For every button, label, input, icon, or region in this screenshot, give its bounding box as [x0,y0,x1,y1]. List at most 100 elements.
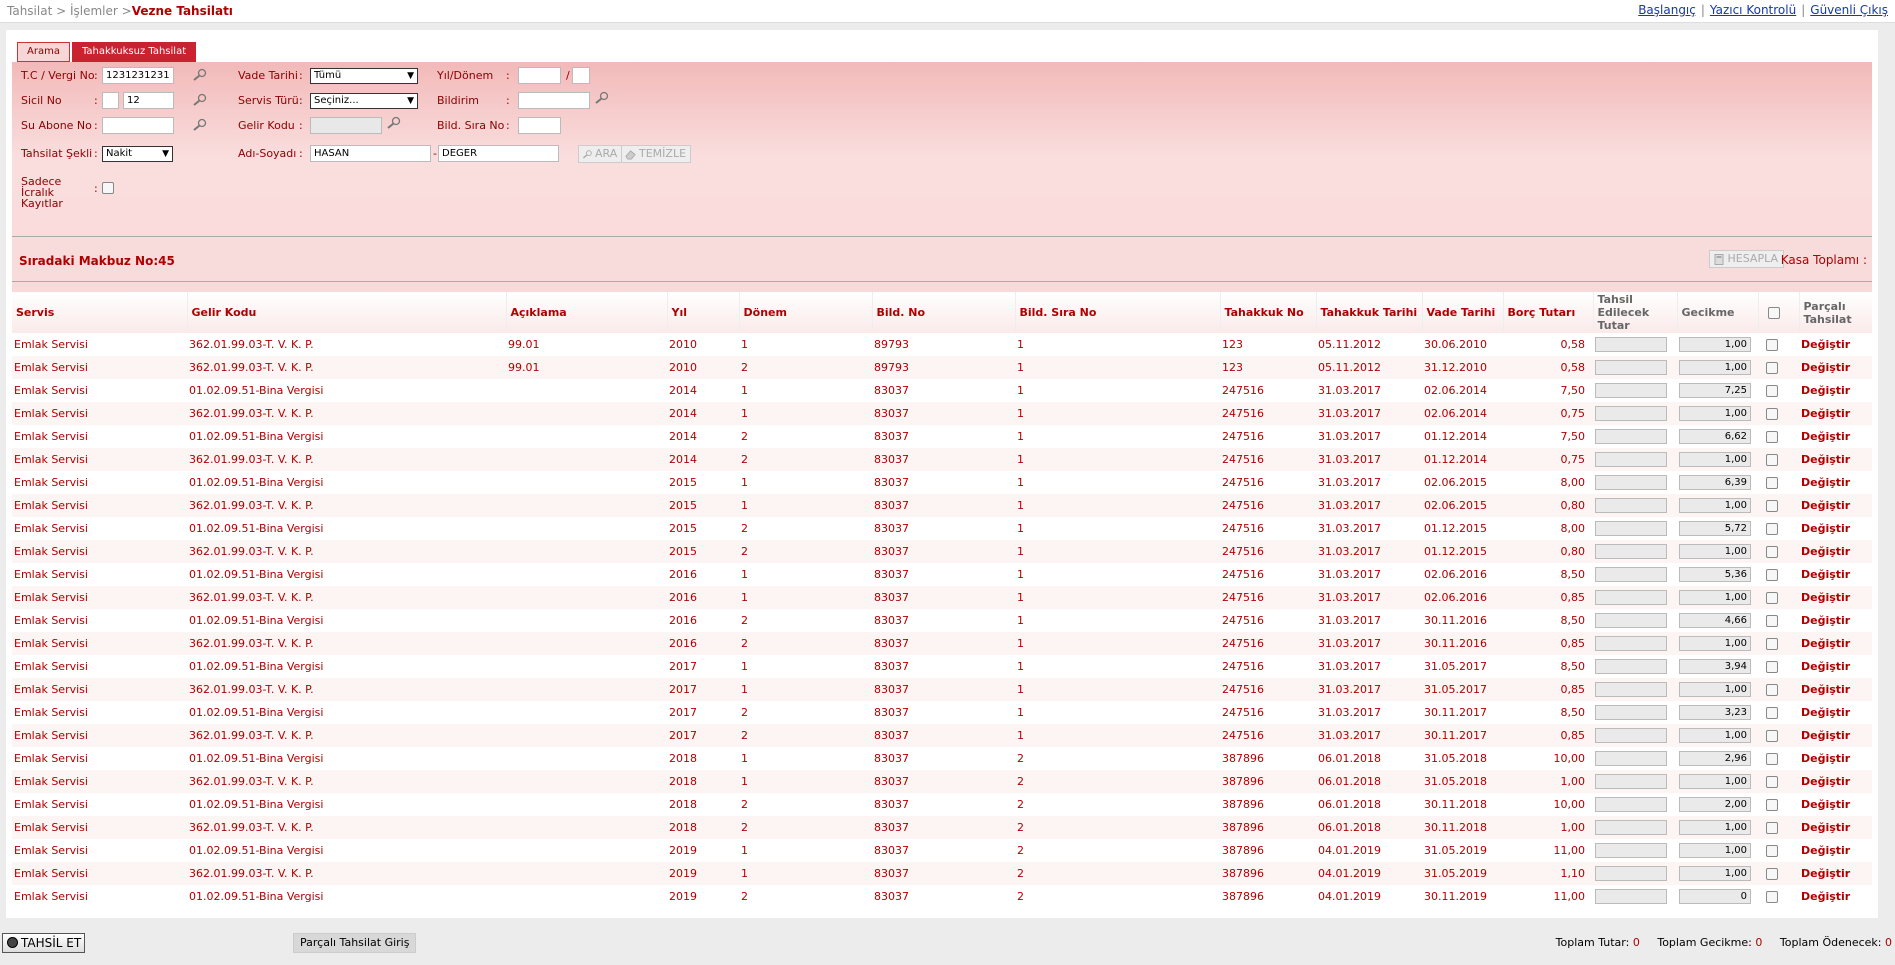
tahsilat-sekli-select[interactable]: Nakit ▼ [102,146,173,162]
row-checkbox[interactable] [1766,683,1778,696]
tahsil-edilecek-input[interactable] [1595,613,1667,628]
yazici-kontrolu-link[interactable]: Yazıcı Kontrolü [1710,3,1796,17]
degistir-link[interactable]: Değiştir [1801,522,1850,535]
tahsil-edilecek-input[interactable] [1595,774,1667,789]
tahsil-edilecek-input[interactable] [1595,636,1667,651]
adi-input[interactable] [310,145,431,162]
search-icon[interactable] [594,91,610,105]
row-checkbox[interactable] [1766,499,1778,512]
col-vade-tarihi[interactable]: Vade Tarihi [1422,292,1504,333]
tahsil-edilecek-input[interactable] [1595,567,1667,582]
tahsil-edilecek-input[interactable] [1595,866,1667,881]
sicil-no-input[interactable] [123,92,174,109]
row-checkbox[interactable] [1766,752,1778,765]
parcali-tahsilat-giris-button[interactable]: Parçalı Tahsilat Giriş [293,933,417,953]
degistir-link[interactable]: Değiştir [1801,729,1850,742]
col-bild-no[interactable]: Bild. No [872,292,1016,333]
row-checkbox[interactable] [1766,545,1778,558]
row-checkbox[interactable] [1766,775,1778,788]
su-abone-input[interactable] [102,117,174,134]
tc-vergi-input[interactable] [102,67,174,84]
tahsil-edilecek-input[interactable] [1595,544,1667,559]
tab-arama[interactable]: Arama [17,42,70,62]
select-all-checkbox[interactable] [1767,306,1780,319]
tahsil-edilecek-input[interactable] [1595,705,1667,720]
tahsil-edilecek-input[interactable] [1595,797,1667,812]
hesapla-button[interactable]: HESAPLA [1708,250,1784,268]
degistir-link[interactable]: Değiştir [1801,476,1850,489]
degistir-link[interactable]: Değiştir [1801,683,1850,696]
search-icon[interactable] [192,68,208,82]
row-checkbox[interactable] [1766,867,1778,880]
row-checkbox[interactable] [1766,338,1778,351]
tahsil-edilecek-input[interactable] [1595,360,1667,375]
degistir-link[interactable]: Değiştir [1801,384,1850,397]
row-checkbox[interactable] [1766,453,1778,466]
col-aciklama[interactable]: Açıklama [506,292,668,333]
tahsil-edilecek-input[interactable] [1595,498,1667,513]
tahsil-edilecek-input[interactable] [1595,889,1667,904]
degistir-link[interactable]: Değiştir [1801,591,1850,604]
tahsil-edilecek-input[interactable] [1595,429,1667,444]
tahsil-edilecek-input[interactable] [1595,406,1667,421]
guvenli-cikis-link[interactable]: Güvenli Çıkış [1810,3,1888,17]
yil-input[interactable] [518,67,561,84]
degistir-link[interactable]: Değiştir [1801,545,1850,558]
degistir-link[interactable]: Değiştir [1801,407,1850,420]
col-borc-tutari[interactable]: Borç Tutarı [1503,292,1594,333]
degistir-link[interactable]: Değiştir [1801,453,1850,466]
tahsil-edilecek-input[interactable] [1595,728,1667,743]
col-donem[interactable]: Dönem [739,292,873,333]
degistir-link[interactable]: Değiştir [1801,499,1850,512]
col-tahakkuk-tarihi[interactable]: Tahakkuk Tarihi [1316,292,1423,333]
degistir-link[interactable]: Değiştir [1801,614,1850,627]
bildirim-input[interactable] [518,92,590,109]
row-checkbox[interactable] [1766,361,1778,374]
degistir-link[interactable]: Değiştir [1801,660,1850,673]
tab-tahakkuksuz-tahsilat[interactable]: Tahakkuksuz Tahsilat [71,42,197,62]
row-checkbox[interactable] [1766,637,1778,650]
tahsil-edilecek-input[interactable] [1595,843,1667,858]
tahsil-edilecek-input[interactable] [1595,337,1667,352]
col-tahakkuk-no[interactable]: Tahakkuk No [1220,292,1317,333]
tahsil-edilecek-input[interactable] [1595,820,1667,835]
degistir-link[interactable]: Değiştir [1801,568,1850,581]
degistir-link[interactable]: Değiştir [1801,798,1850,811]
vade-tarihi-select[interactable]: Tümü ▼ [310,68,418,84]
degistir-link[interactable]: Değiştir [1801,361,1850,374]
tahsil-edilecek-input[interactable] [1595,751,1667,766]
row-checkbox[interactable] [1766,890,1778,903]
servis-turu-select[interactable]: Seçiniz... ▼ [310,93,418,109]
row-checkbox[interactable] [1766,384,1778,397]
row-checkbox[interactable] [1766,568,1778,581]
donem-input[interactable] [572,67,590,84]
tahsil-edilecek-input[interactable] [1595,452,1667,467]
tahsil-edilecek-input[interactable] [1595,521,1667,536]
degistir-link[interactable]: Değiştir [1801,775,1850,788]
degistir-link[interactable]: Değiştir [1801,637,1850,650]
search-icon[interactable] [192,118,208,132]
row-checkbox[interactable] [1766,844,1778,857]
search-icon[interactable] [192,93,208,107]
degistir-link[interactable]: Değiştir [1801,706,1850,719]
bild-sira-input[interactable] [518,117,561,134]
degistir-link[interactable]: Değiştir [1801,338,1850,351]
col-yil[interactable]: Yıl [667,292,740,333]
degistir-link[interactable]: Değiştir [1801,867,1850,880]
col-bild-sira-no[interactable]: Bild. Sıra No [1015,292,1221,333]
temizle-button[interactable]: TEMİZLE [621,145,692,163]
ara-button[interactable]: ARA [578,145,623,163]
row-checkbox[interactable] [1766,591,1778,604]
search-icon[interactable] [386,116,402,130]
tahsil-edilecek-input[interactable] [1595,659,1667,674]
degistir-link[interactable]: Değiştir [1801,752,1850,765]
row-checkbox[interactable] [1766,821,1778,834]
row-checkbox[interactable] [1766,430,1778,443]
icrali-checkbox[interactable] [102,182,114,194]
baslangic-link[interactable]: Başlangıç [1638,3,1696,17]
tahsil-edilecek-input[interactable] [1595,682,1667,697]
sicil-prefix-input[interactable] [102,92,119,109]
row-checkbox[interactable] [1766,660,1778,673]
tahsil-edilecek-input[interactable] [1595,383,1667,398]
row-checkbox[interactable] [1766,522,1778,535]
